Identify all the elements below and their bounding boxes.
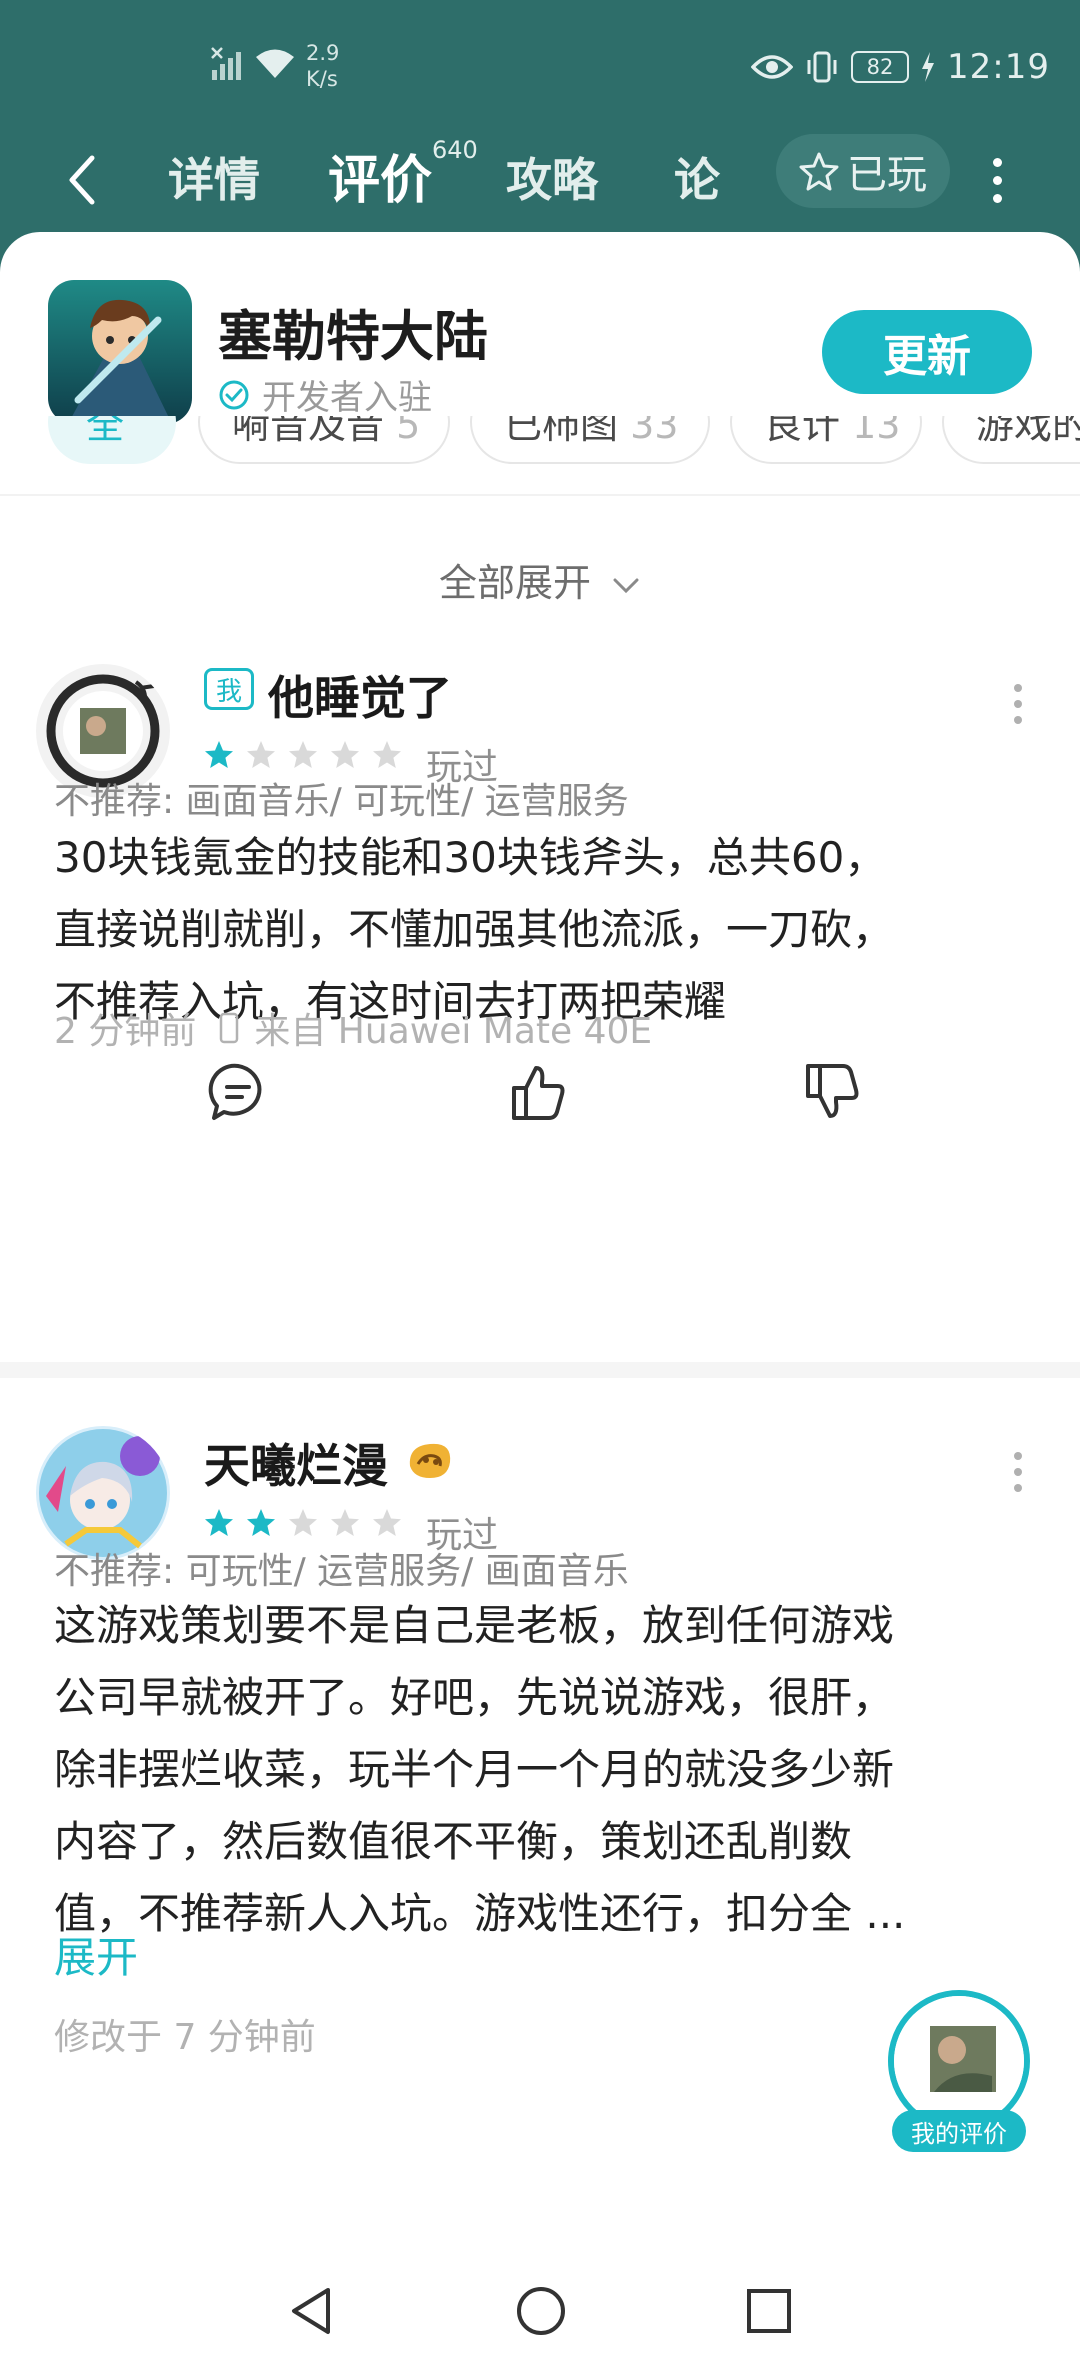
star-empty-icon <box>331 741 359 768</box>
status-right: 82 12:19 <box>751 46 1050 88</box>
top-nav: 详情 评价 640 攻略 论坛 已玩 <box>0 130 1080 230</box>
played-button[interactable]: 已玩 <box>776 134 950 208</box>
chevron-down-icon <box>613 578 639 593</box>
not-recommended-tags: 不推荐: 可玩性/ 运营服务/ 画面音乐 <box>54 1551 629 1592</box>
star-rating <box>204 740 402 770</box>
comment-icon[interactable] <box>206 1060 270 1124</box>
tag-strip-divider <box>0 494 1080 496</box>
played-label: 已玩 <box>847 152 927 198</box>
star-filled-icon <box>247 1509 275 1536</box>
tab-details[interactable]: 详情 <box>168 144 260 210</box>
battery-indicator: 82 <box>851 51 910 83</box>
username[interactable]: 他睡觉了 <box>268 662 452 728</box>
review-device: 来自 Huawei Mate 40E <box>254 1011 653 1052</box>
review-meta: 2 分钟前 来自 Huawei Mate 40E <box>54 1002 652 1054</box>
tab-forum[interactable]: 论坛 <box>674 144 754 214</box>
filter-tags: 全 嗬音及音 5 已柿图 33 良计 13 游戏的 <box>0 416 1080 494</box>
wifi-icon <box>256 49 294 78</box>
tab-reviews[interactable]: 评价 <box>328 138 432 213</box>
me-badge: 我 <box>204 668 254 710</box>
star-empty-icon <box>331 1509 359 1536</box>
review-text: 这游戏策划要不是自己是老板，放到任何游戏 公司早就被开了。好吧，先说说游戏，很肝… <box>54 1601 906 1938</box>
star-empty-icon <box>289 741 317 768</box>
not-recommended-tags: 不推荐: 画面音乐/ 可玩性/ 运营服务 <box>54 781 629 822</box>
tab-guides[interactable]: 攻略 <box>506 144 598 210</box>
star-filled-icon <box>205 1509 233 1536</box>
more-options-button[interactable] <box>982 148 1012 212</box>
review-more-icon[interactable] <box>1014 1452 1022 1492</box>
review-time: 2 分钟前 <box>54 1011 197 1052</box>
star-empty-icon <box>373 1509 401 1536</box>
filter-tag-2[interactable]: 已柿图 33 <box>470 416 710 464</box>
nav-recents-icon[interactable] <box>734 2276 804 2346</box>
developer-label: 开发者入驻 <box>262 378 432 418</box>
my-review-label: 我的评价 <box>892 2110 1026 2152</box>
star-empty-icon <box>289 1509 317 1536</box>
username[interactable]: 天曦烂漫 <box>204 1430 388 1496</box>
star-rating <box>204 1508 402 1538</box>
my-review-button[interactable]: 我的评价 <box>888 1990 1030 2156</box>
avatar[interactable] <box>36 1426 170 1560</box>
filter-tag-1[interactable]: 嗬音及音 5 <box>198 416 450 464</box>
eye-icon <box>751 55 794 79</box>
review-card: 我 他睡觉了 玩过 不推荐: 画面音乐/ 可玩性/ 运营服务 30块钱氪金的技能… <box>0 660 1080 1160</box>
game-icon[interactable] <box>48 280 192 424</box>
review-divider <box>0 1362 1080 1378</box>
tab-forum-label: 论坛 <box>674 153 720 207</box>
developer-row: 开发者入驻 <box>218 370 432 419</box>
review-time: 修改于 7 分钟前 <box>54 2017 316 2058</box>
filter-tag-4[interactable]: 游戏的 <box>942 416 1080 464</box>
review-more-icon[interactable] <box>1014 684 1022 724</box>
nav-home-icon[interactable] <box>506 2276 576 2346</box>
phone-icon <box>220 1012 239 1044</box>
verified-check-icon <box>219 380 249 409</box>
level-badge-icon <box>409 1443 451 1478</box>
star-empty-icon <box>247 741 275 768</box>
signal-icon <box>211 47 241 80</box>
status-bar: 2.9 K/s 82 12:19 <box>0 0 1080 130</box>
expand-all-button[interactable]: 全部展开 <box>0 552 1080 607</box>
thumbs-up-icon[interactable] <box>506 1060 570 1124</box>
system-nav-bar <box>0 2250 1080 2376</box>
thumbs-down-icon[interactable] <box>800 1060 864 1124</box>
filter-tag-3[interactable]: 良计 13 <box>730 416 922 464</box>
star-filled-icon <box>205 741 233 768</box>
game-title: 塞勒特大陆 <box>218 305 488 368</box>
vibrate-icon <box>807 51 837 83</box>
update-button[interactable]: 更新 <box>822 310 1032 394</box>
expand-review-link[interactable]: 展开 <box>54 1924 138 1985</box>
star-outline-icon <box>799 152 839 191</box>
star-empty-icon <box>373 741 401 768</box>
back-arrow-icon[interactable] <box>60 150 104 210</box>
filter-tag-all[interactable]: 全 <box>48 416 176 464</box>
review-actions <box>0 1060 1080 1130</box>
review-count-badge: 640 <box>432 136 478 164</box>
game-info-row: 塞勒特大陆 开发者入驻 更新 <box>0 232 1080 432</box>
clock: 12:19 <box>947 47 1050 87</box>
charging-icon <box>922 52 935 82</box>
nav-back-icon[interactable] <box>276 2276 346 2346</box>
network-speed: 2.9 K/s <box>306 41 340 91</box>
review-meta: 修改于 7 分钟前 <box>54 2008 316 2060</box>
